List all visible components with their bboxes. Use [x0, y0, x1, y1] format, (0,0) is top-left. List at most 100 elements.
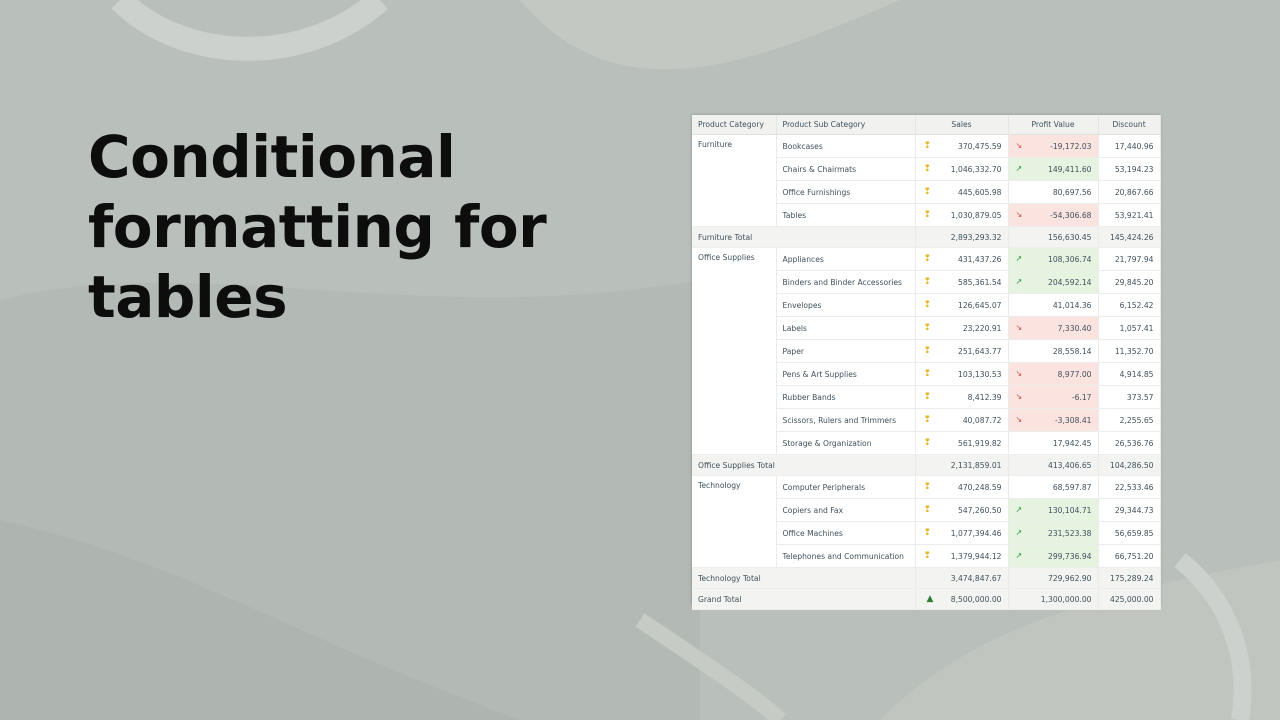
- discount-cell-text: 26,536.76: [1114, 438, 1154, 448]
- discount-cell[interactable]: 29,344.73: [1098, 498, 1161, 522]
- sub-category-cell[interactable]: Rubber Bands: [776, 385, 916, 409]
- profit-cell[interactable]: 729,962.90: [1008, 567, 1099, 589]
- sales-cell[interactable]: 2,131,859.01: [915, 454, 1009, 476]
- discount-cell[interactable]: 53,921.41: [1098, 203, 1161, 227]
- discount-cell[interactable]: 29,845.20: [1098, 270, 1161, 294]
- discount-cell-text: 104,286.50: [1110, 460, 1154, 470]
- discount-cell[interactable]: 1,057.41: [1098, 316, 1161, 340]
- sub-category-cell[interactable]: Computer Peripherals: [776, 475, 916, 499]
- discount-cell[interactable]: 20,867.66: [1098, 180, 1161, 204]
- sales-cell[interactable]: ❢ 23,220.91: [915, 316, 1009, 340]
- sales-cell-text: 370,475.59: [958, 141, 1002, 151]
- profit-cell[interactable]: 17,942.45: [1008, 431, 1099, 455]
- sales-cell[interactable]: ❢ 251,643.77: [915, 339, 1009, 363]
- sub-category-cell[interactable]: Storage & Organization: [776, 431, 916, 455]
- sales-cell[interactable]: ❢ 445,605.98: [915, 180, 1009, 204]
- header-product-category[interactable]: Product Category: [692, 115, 777, 135]
- sales-cell-text: 2,131,859.01: [950, 460, 1002, 470]
- discount-cell[interactable]: 425,000.00: [1098, 588, 1161, 610]
- pin-indicator-icon: ❢: [923, 187, 932, 197]
- discount-cell[interactable]: 4,914.85: [1098, 362, 1161, 386]
- header-profit-value[interactable]: Profit Value: [1008, 115, 1099, 135]
- sub-category-cell[interactable]: Tables: [776, 203, 916, 227]
- profit-cell[interactable]: ↗ 231,523.38: [1008, 521, 1099, 545]
- sub-category-cell[interactable]: Scissors, Rulers and Trimmers: [776, 408, 916, 432]
- sub-category-cell[interactable]: Binders and Binder Accessories: [776, 270, 916, 294]
- profit-cell[interactable]: ↗ 108,306.74: [1008, 247, 1099, 271]
- profit-cell[interactable]: 80,697.56: [1008, 180, 1099, 204]
- discount-cell[interactable]: 53,194.23: [1098, 157, 1161, 181]
- sales-cell[interactable]: 3,474,847.67: [915, 567, 1009, 589]
- total-label-text: Office Supplies Total: [698, 460, 775, 470]
- discount-cell[interactable]: 66,751.20: [1098, 544, 1161, 568]
- sales-cell[interactable]: ❢ 431,437.26: [915, 247, 1009, 271]
- profit-cell[interactable]: ↘ 8,977.00: [1008, 362, 1099, 386]
- sales-cell[interactable]: ❢ 561,919.82: [915, 431, 1009, 455]
- profit-cell[interactable]: ↘ 7,330.40: [1008, 316, 1099, 340]
- header-product-sub-category[interactable]: Product Sub Category: [776, 115, 916, 135]
- discount-cell[interactable]: 22,533.46: [1098, 475, 1161, 499]
- profit-cell[interactable]: 41,014.36: [1008, 293, 1099, 317]
- profit-cell[interactable]: ↗ 149,411.60: [1008, 157, 1099, 181]
- discount-cell[interactable]: 104,286.50: [1098, 454, 1161, 476]
- discount-cell[interactable]: 175,289.24: [1098, 567, 1161, 589]
- sales-cell[interactable]: ❢ 370,475.59: [915, 134, 1009, 158]
- sub-category-cell[interactable]: Office Furnishings: [776, 180, 916, 204]
- header-discount[interactable]: Discount: [1098, 115, 1161, 135]
- discount-cell-text: 145,424.26: [1110, 232, 1154, 242]
- sub-category-cell[interactable]: Copiers and Fax: [776, 498, 916, 522]
- profit-cell[interactable]: 1,300,000.00: [1008, 588, 1099, 610]
- header-sales[interactable]: Sales: [915, 115, 1009, 135]
- sub-category-cell[interactable]: Bookcases: [776, 134, 916, 158]
- profit-cell[interactable]: 28,558.14: [1008, 339, 1099, 363]
- discount-cell[interactable]: 145,424.26: [1098, 226, 1161, 248]
- sales-cell[interactable]: ❢ 40,087.72: [915, 408, 1009, 432]
- profit-cell[interactable]: ↘ -6.17: [1008, 385, 1099, 409]
- profit-cell[interactable]: 156,630.45: [1008, 226, 1099, 248]
- category-cell[interactable]: Office Supplies: [692, 247, 777, 455]
- sales-cell[interactable]: ❢ 1,030,879.05: [915, 203, 1009, 227]
- profit-cell[interactable]: 68,597.87: [1008, 475, 1099, 499]
- sub-category-cell[interactable]: Appliances: [776, 247, 916, 271]
- discount-cell-text: 1,057.41: [1119, 323, 1154, 333]
- discount-cell[interactable]: 17,440.96: [1098, 134, 1161, 158]
- profit-cell[interactable]: ↗ 299,736.94: [1008, 544, 1099, 568]
- sub-category-cell[interactable]: Telephones and Communication: [776, 544, 916, 568]
- profit-cell[interactable]: ↗ 130,104.71: [1008, 498, 1099, 522]
- profit-cell[interactable]: ↘ -3,308.41: [1008, 408, 1099, 432]
- discount-cell[interactable]: 6,152.42: [1098, 293, 1161, 317]
- category-cell[interactable]: Furniture: [692, 134, 777, 227]
- sub-category-cell[interactable]: Office Machines: [776, 521, 916, 545]
- sales-cell[interactable]: ❢ 470,248.59: [915, 475, 1009, 499]
- discount-cell[interactable]: 21,797.94: [1098, 247, 1161, 271]
- profit-cell[interactable]: 413,406.65: [1008, 454, 1099, 476]
- sales-cell[interactable]: 2,893,293.32: [915, 226, 1009, 248]
- sub-category-cell[interactable]: Chairs & Chairmats: [776, 157, 916, 181]
- discount-cell[interactable]: 56,659.85: [1098, 521, 1161, 545]
- sales-cell[interactable]: ❢ 8,412.39: [915, 385, 1009, 409]
- profit-cell[interactable]: ↘ -19,172.03: [1008, 134, 1099, 158]
- discount-cell[interactable]: 373.57: [1098, 385, 1161, 409]
- discount-cell[interactable]: 2,255.65: [1098, 408, 1161, 432]
- sub-category-cell[interactable]: Envelopes: [776, 293, 916, 317]
- category-cell[interactable]: Technology: [692, 475, 777, 568]
- sub-category-cell[interactable]: Paper: [776, 339, 916, 363]
- profit-cell[interactable]: ↗ 204,592.14: [1008, 270, 1099, 294]
- sub-category-cell-text: Copiers and Fax: [782, 505, 844, 515]
- sales-cell[interactable]: ❢ 1,077,394.46: [915, 521, 1009, 545]
- sales-cell[interactable]: ❢ 126,645.07: [915, 293, 1009, 317]
- sub-category-cell[interactable]: Labels: [776, 316, 916, 340]
- trend-down-icon: ↘: [1015, 323, 1023, 332]
- sub-category-cell[interactable]: Pens & Art Supplies: [776, 362, 916, 386]
- sales-cell[interactable]: ❢ 1,046,332.70: [915, 157, 1009, 181]
- title-line-2: formatting for: [88, 193, 547, 261]
- sales-cell[interactable]: ❢ 103,130.53: [915, 362, 1009, 386]
- sales-cell[interactable]: ❢ 585,361.54: [915, 270, 1009, 294]
- sales-cell[interactable]: ▲ 8,500,000.00: [915, 588, 1009, 610]
- sales-cell-text: 1,046,332.70: [950, 164, 1002, 174]
- discount-cell[interactable]: 11,352.70: [1098, 339, 1161, 363]
- discount-cell[interactable]: 26,536.76: [1098, 431, 1161, 455]
- sales-cell[interactable]: ❢ 1,379,944.12: [915, 544, 1009, 568]
- profit-cell[interactable]: ↘ -54,306.68: [1008, 203, 1099, 227]
- sales-cell[interactable]: ❢ 547,260.50: [915, 498, 1009, 522]
